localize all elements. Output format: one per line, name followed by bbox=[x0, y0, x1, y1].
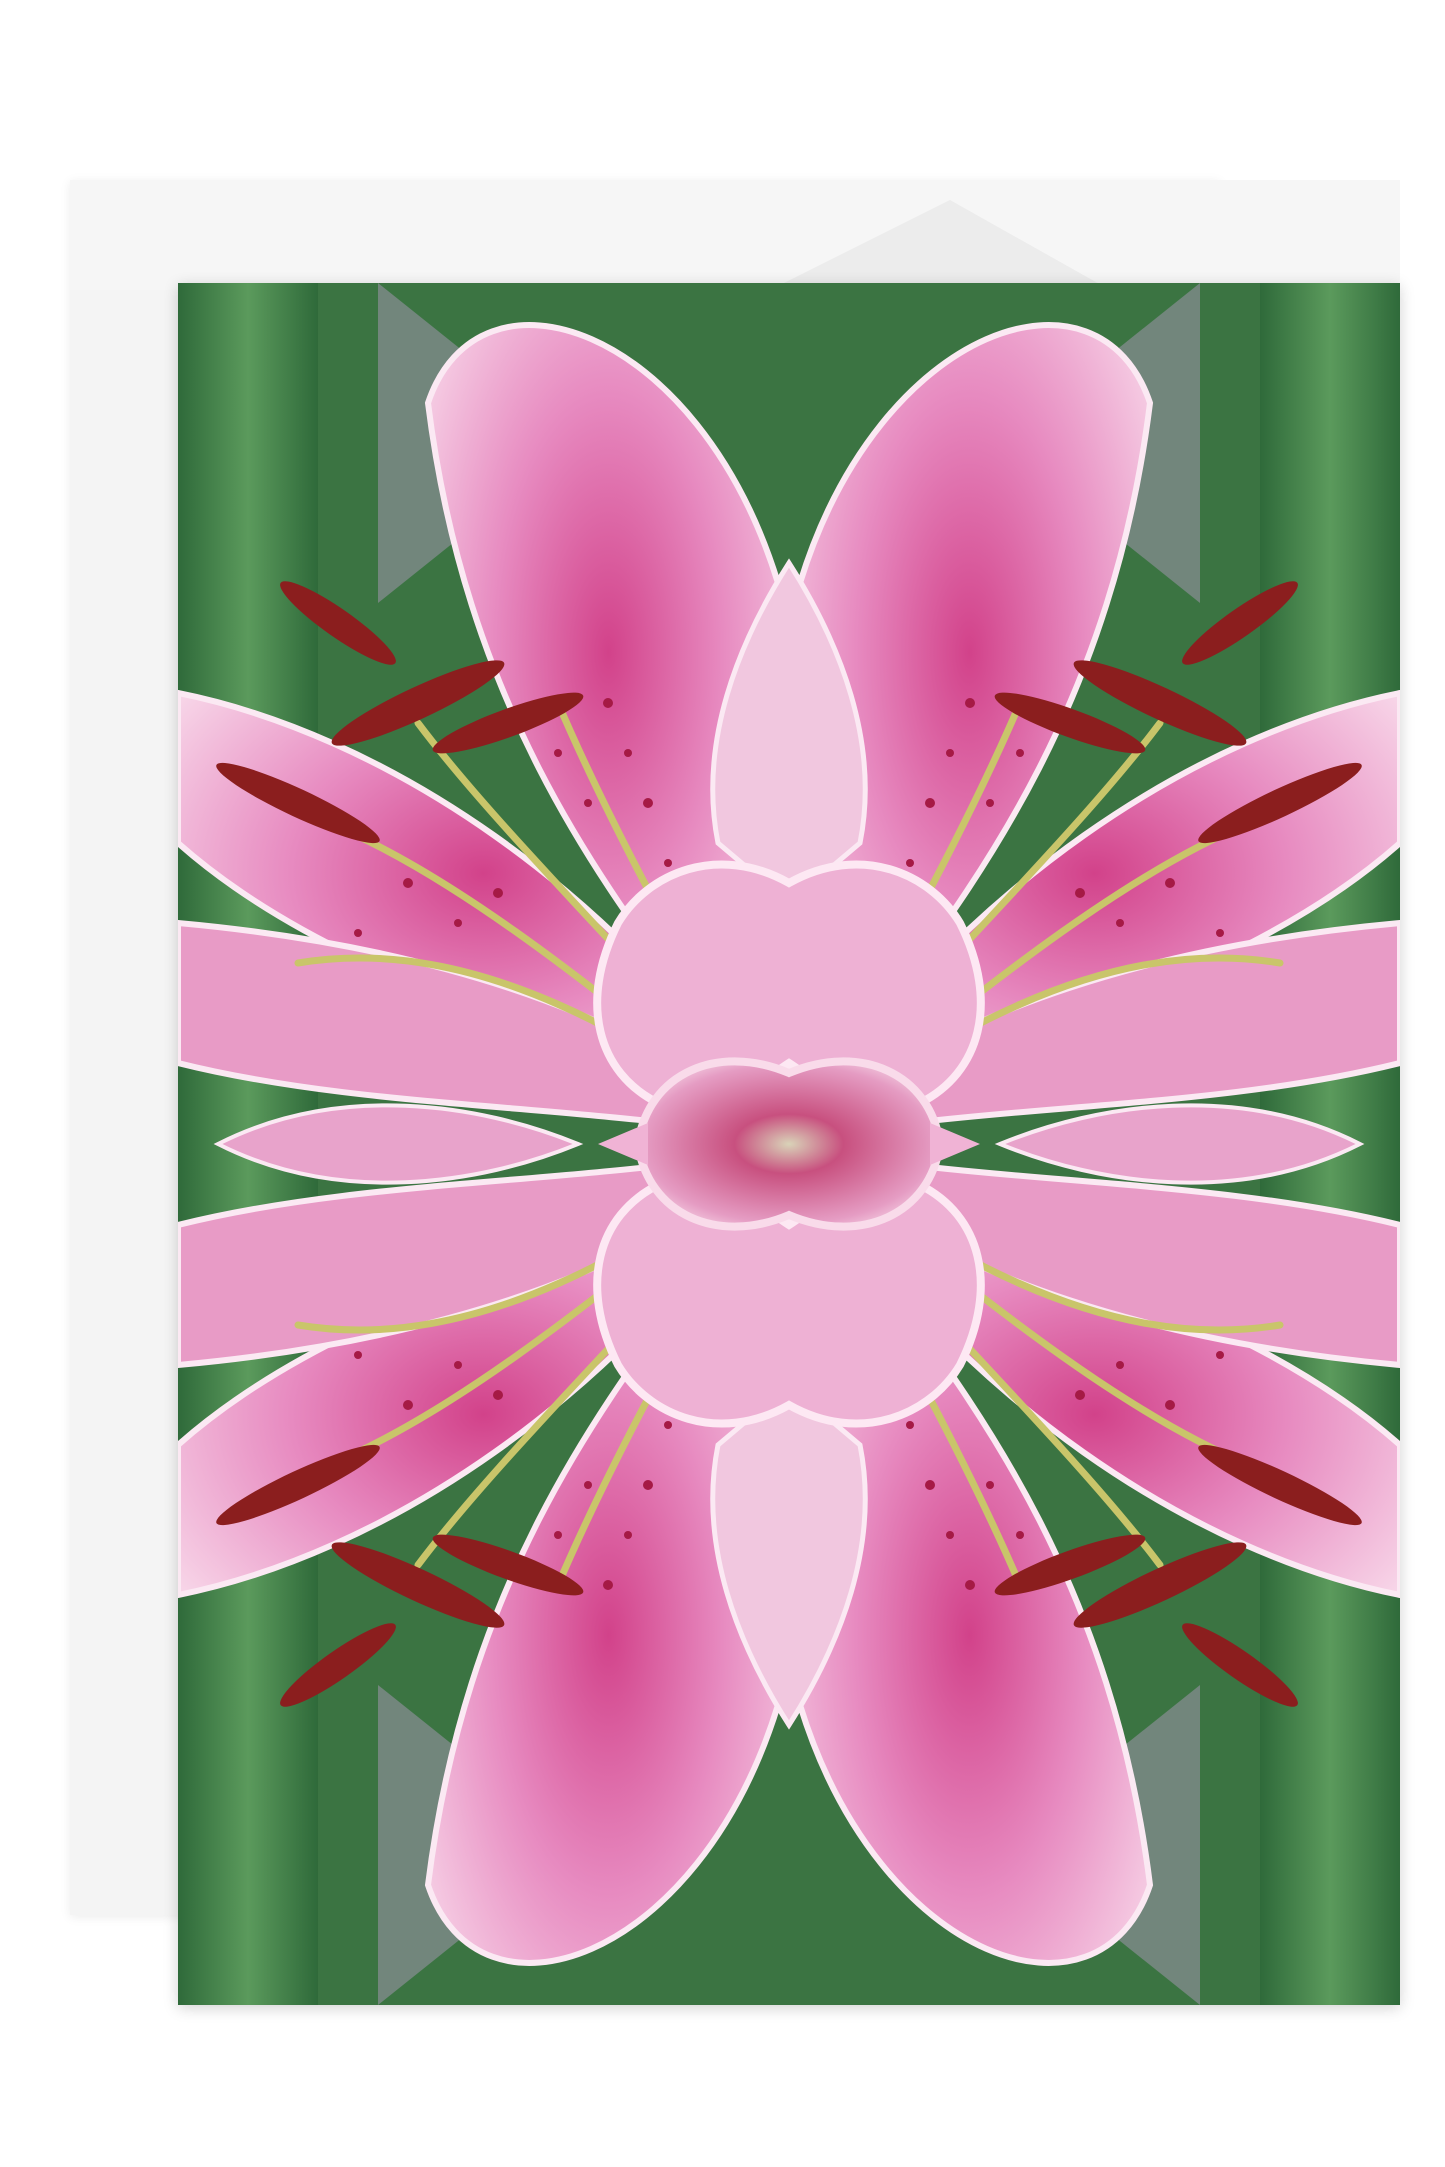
lily-kaleidoscope-image bbox=[178, 283, 1400, 2005]
envelope-flap bbox=[70, 180, 1400, 290]
greeting-card bbox=[178, 283, 1400, 2005]
product-scene bbox=[0, 0, 1445, 2167]
